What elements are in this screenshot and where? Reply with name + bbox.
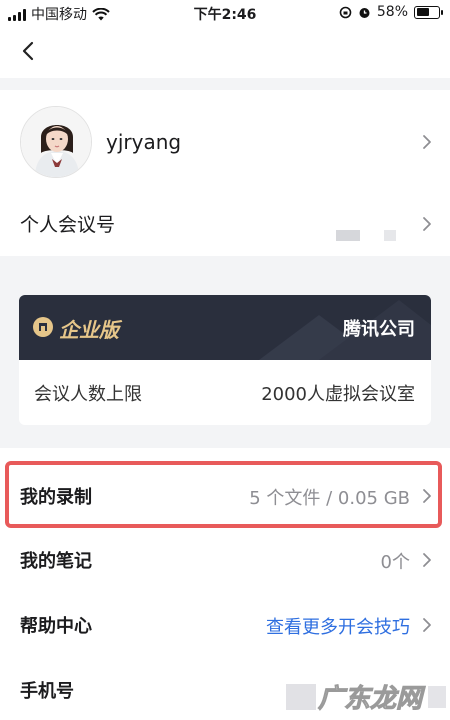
menu-item-value: 0个 [380, 552, 410, 573]
profile-card: yjryang 个人会议号 [0, 90, 450, 256]
enterprise-badge-icon [33, 317, 53, 337]
username[interactable]: yjryang [106, 130, 181, 154]
chevron-right-icon [423, 553, 431, 567]
status-bar: 中国移动 下午2:46 58% [0, 0, 450, 26]
menu-item-link[interactable]: 查看更多开会技巧 [266, 613, 410, 639]
chevron-left-icon[interactable] [14, 36, 44, 66]
personal-meeting-id-label[interactable]: 个人会议号 [20, 210, 115, 237]
avatar-portrait [21, 107, 91, 177]
redacted-mask [428, 686, 446, 708]
chevron-right-icon[interactable] [420, 214, 434, 234]
highlight-annotation [5, 461, 442, 528]
watermark-text: 广东龙网 [317, 684, 423, 715]
company-name: 腾讯公司 [343, 319, 415, 340]
watermark: 广东龙网 [286, 676, 450, 716]
enterprise-badge-label: 企业版 [59, 318, 119, 342]
battery-level-fill [416, 8, 429, 16]
quota-label: 会议人数上限 [34, 384, 142, 405]
avatar[interactable] [20, 106, 92, 178]
enterprise-card: 企业版 腾讯公司 会议人数上限 2000人虚拟会议室 [19, 295, 431, 425]
enterprise-header: 企业版 腾讯公司 [19, 295, 431, 360]
quota-value: 2000人虚拟会议室 [261, 384, 415, 405]
menu-item-label: 我的笔记 [20, 551, 92, 572]
menu-item-notes[interactable]: 我的笔记 0个 [0, 528, 450, 592]
menu-item-label: 帮助中心 [20, 616, 92, 637]
status-right: 58% [339, 4, 443, 20]
chevron-right-icon[interactable] [420, 132, 434, 152]
nav-bar [0, 26, 450, 78]
menu-item-label: 手机号 [20, 681, 74, 702]
redacted-mask [286, 684, 316, 710]
rotation-lock-icon [339, 6, 352, 18]
redacted-mask [384, 230, 396, 241]
menu-item-help-center[interactable]: 帮助中心 查看更多开会技巧 [0, 593, 450, 657]
redacted-mask [336, 230, 360, 241]
alarm-icon [359, 7, 370, 18]
battery-icon [414, 5, 443, 19]
battery-percent: 58% [376, 4, 408, 20]
chevron-right-icon [423, 618, 431, 632]
